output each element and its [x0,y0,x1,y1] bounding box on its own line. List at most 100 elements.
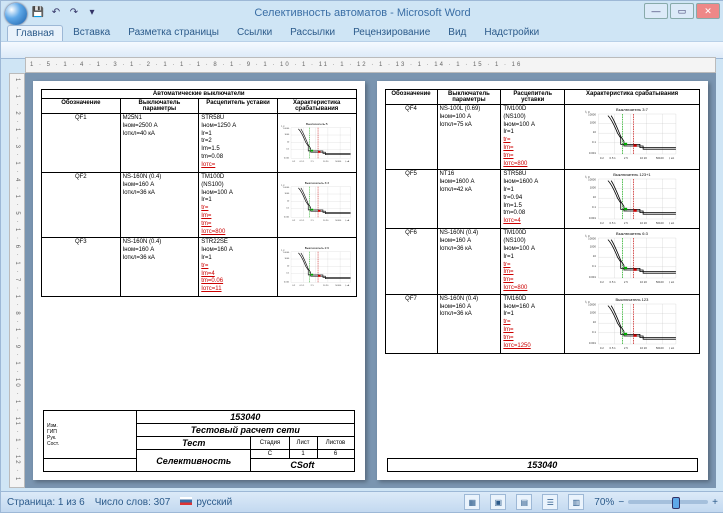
table-caption: Автоматические выключатели [42,90,357,99]
window-title: Селективность автоматов - Microsoft Word [1,7,723,19]
svg-text:0.1: 0.1 [592,330,596,334]
svg-text:Выключатель 123+1: Выключатель 123+1 [613,172,651,177]
view-fullscreen-icon[interactable]: ▣ [490,494,506,510]
svg-text:I, кА: I, кА [669,280,675,284]
status-page[interactable]: Страница: 1 из 6 [7,497,85,508]
svg-text:2 5: 2 5 [624,346,628,350]
svg-text:0.001: 0.001 [284,157,290,159]
zoom-in-button[interactable]: + [712,497,718,508]
zoom-slider[interactable] [628,500,708,504]
svg-text:2 5: 2 5 [311,285,315,287]
svg-text:I, кА: I, кА [345,219,350,222]
undo-icon[interactable]: ↶ [49,5,63,19]
svg-text:Выключатель 6:3: Выключатель 6:3 [616,231,649,236]
zoom-control: 70% − + [594,497,718,508]
tab-home[interactable]: Главная [7,25,63,41]
zoom-level[interactable]: 70% [594,497,614,508]
svg-text:50100: 50100 [656,346,664,350]
view-draft-icon[interactable]: ▥ [568,494,584,510]
maximize-button[interactable]: ▭ [670,3,694,19]
horizontal-ruler[interactable]: 1 · 5 · 1 · 4 · 1 · 3 · 1 · 2 · 1 · 1 · … [25,57,716,73]
svg-text:1000: 1000 [590,310,597,314]
tab-references[interactable]: Ссылки [229,25,280,41]
page-2: Обозначение Выключатель параметры Расцеп… [377,81,709,480]
svg-text:0.2: 0.2 [292,220,296,222]
tab-layout[interactable]: Разметка страницы [120,25,227,41]
svg-text:1000: 1000 [284,134,290,136]
chart-cell: Выключатель 123 10000 1000 10 0.1 0.001 … [565,294,700,353]
vertical-ruler[interactable]: 1 · 1 · 2 · 1 · 3 · 1 · 4 · 1 · 5 · 1 · … [9,73,25,488]
minimize-button[interactable]: — [644,3,668,19]
svg-text:I, кА: I, кА [669,221,675,225]
view-outline-icon[interactable]: ☰ [542,494,558,510]
table-row: QF7 NS-160N (0.4)Iном=160 АIоткл=36 кА T… [385,294,700,353]
svg-text:0.5 1: 0.5 1 [610,346,617,350]
tab-review[interactable]: Рецензирование [345,25,438,41]
svg-text:10 20: 10 20 [640,221,647,225]
svg-text:t, c: t, c [586,176,591,180]
svg-text:0.001: 0.001 [589,216,596,220]
trip-curve-chart: Выключатель 6:3 10000 1000 10 0.1 0.001 … [567,230,697,286]
svg-text:10: 10 [593,196,597,200]
svg-text:0.5 1: 0.5 1 [300,220,306,222]
chart-cell: Выключатель 3:3 10000 1000 10 0.1 0.001 … [277,173,356,238]
save-icon[interactable]: 💾 [31,5,45,19]
svg-text:0.5 1: 0.5 1 [300,285,306,287]
breakers-table-right: Обозначение Выключатель параметры Расцеп… [385,89,701,354]
svg-text:10000: 10000 [283,187,290,189]
zoom-thumb[interactable] [672,497,680,509]
svg-text:2 5: 2 5 [311,220,315,222]
switch-params: NT16Iном=1600 АIоткл=42 кА [437,170,501,229]
svg-text:0.5 1: 0.5 1 [300,161,306,163]
chart-cell: Выключатель 2:6 10000 1000 10 0.1 0.001 … [277,238,356,297]
svg-text:10: 10 [287,266,290,268]
tab-insert[interactable]: Вставка [65,25,118,41]
view-web-icon[interactable]: ▤ [516,494,532,510]
tab-mailings[interactable]: Рассылки [282,25,343,41]
svg-text:0.001: 0.001 [284,216,290,218]
close-button[interactable]: ✕ [696,3,720,19]
svg-text:Выключатель:5: Выключатель:5 [306,122,328,126]
breaker-id: QF7 [385,294,437,353]
status-language[interactable]: русский [180,497,232,508]
switch-params: NS-160N (0.4)Iном=160 АIоткл=36 кА [120,238,199,297]
svg-text:10 20: 10 20 [640,280,647,284]
svg-text:t, c: t, c [586,110,591,114]
document-workspace[interactable]: Автоматические выключатели Обозначение В… [25,73,716,488]
tab-view[interactable]: Вид [440,25,474,41]
app-window: 💾 ↶ ↷ ▾ Селективность автоматов - Micros… [0,0,723,513]
trip-params: TM100D(NS100)Iном=100 АIr=1tr=Im=tm=Iотс… [199,173,278,238]
svg-text:0.2: 0.2 [292,161,296,163]
redo-icon[interactable]: ↷ [67,5,81,19]
ribbon-tabs: Главная Вставка Разметка страницы Ссылки… [7,25,547,41]
breaker-id: QF1 [42,114,121,173]
svg-text:1000: 1000 [284,193,290,195]
trip-curve-chart: Выключатель 2:6 10000 1000 10 0.1 0.001 … [280,239,354,295]
window-controls: — ▭ ✕ [642,3,720,19]
svg-text:10 20: 10 20 [640,346,647,350]
svg-text:0.001: 0.001 [589,275,596,279]
qat-more-icon[interactable]: ▾ [85,5,99,19]
zoom-out-button[interactable]: − [618,497,624,508]
status-words[interactable]: Число слов: 307 [95,497,171,508]
svg-text:I, кА: I, кА [669,156,675,160]
office-button[interactable] [5,3,27,25]
svg-text:0.5 1: 0.5 1 [610,221,617,225]
svg-text:10 20: 10 20 [323,161,329,163]
svg-text:50100: 50100 [656,156,664,160]
svg-text:2 5: 2 5 [624,221,628,225]
svg-text:0.2: 0.2 [292,285,296,287]
svg-text:0.5 1: 0.5 1 [610,156,617,160]
table-row: QF1 M25N1Iном=2500 АIоткл=40 кА STR58UIн… [42,114,357,173]
view-print-layout-icon[interactable]: ▦ [464,494,480,510]
svg-text:50100: 50100 [335,285,342,287]
svg-text:1000: 1000 [284,258,290,260]
table-row: QF4 NS-100L (0.69)Iном=100 АIоткл=75 кА … [385,105,700,170]
svg-text:10 20: 10 20 [323,285,329,287]
svg-text:0.1: 0.1 [286,208,290,210]
tab-addins[interactable]: Надстройки [476,25,547,41]
drawing-code: 153040 [137,411,354,424]
breaker-id: QF6 [385,229,437,294]
svg-text:I, кА: I, кА [345,160,350,163]
svg-text:I, кА: I, кА [669,346,675,350]
